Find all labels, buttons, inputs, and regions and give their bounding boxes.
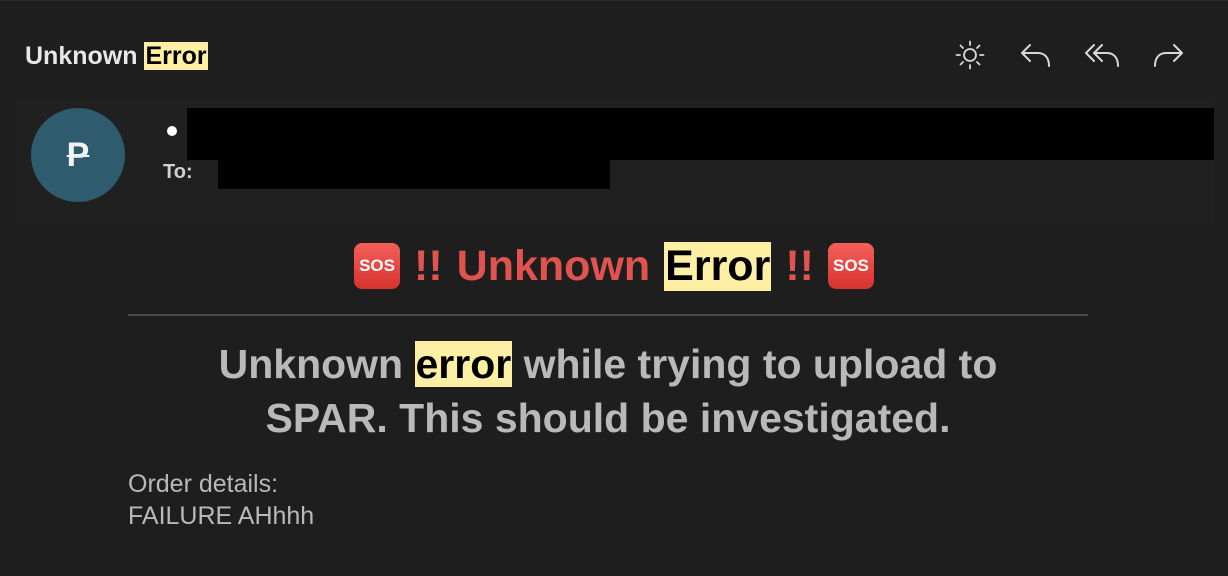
- reply-button[interactable]: [1014, 35, 1058, 75]
- sender-header: P To:: [14, 98, 1214, 226]
- order-details: Order details: FAILURE AHhhh: [128, 468, 314, 532]
- subject-text: Unknown: [25, 42, 138, 70]
- sender-redacted: [187, 108, 1214, 160]
- message-text-rest: while trying to upload to: [523, 341, 998, 387]
- heading-text: Unknown: [456, 241, 651, 290]
- recipient-redacted: [218, 156, 610, 189]
- message-text-prefix: Unknown: [218, 341, 404, 387]
- email-window: Unknown Error P To: SOS !! Unknown Error…: [0, 0, 1228, 576]
- sos-icon: SOS: [354, 243, 401, 289]
- unread-dot: [167, 126, 177, 136]
- sos-icon: SOS: [827, 243, 874, 289]
- order-details-label: Order details:: [128, 470, 279, 498]
- forward-icon: [1154, 44, 1183, 67]
- message-toolbar: [948, 35, 1190, 75]
- to-label: To:: [163, 161, 193, 183]
- alert-heading: SOS !! Unknown Error !! SOS: [0, 235, 1228, 297]
- divider: [128, 314, 1088, 316]
- avatar[interactable]: P: [31, 108, 125, 202]
- heading-bang-right: !!: [785, 241, 814, 290]
- subject-search-highlight: Error: [144, 42, 208, 70]
- heading-search-highlight: Error: [664, 241, 772, 291]
- message-search-highlight: error: [414, 341, 513, 387]
- email-subject: Unknown Error: [25, 39, 208, 73]
- message-text-line2: SPAR. This should be investigated.: [265, 395, 951, 441]
- heading-bang-left: !!: [414, 241, 443, 290]
- appearance-toggle-button[interactable]: [948, 35, 992, 75]
- reply-all-button[interactable]: [1080, 35, 1124, 75]
- order-details-value: FAILURE AHhhh: [128, 502, 315, 530]
- forward-button[interactable]: [1146, 35, 1190, 75]
- error-message: Unknown error while trying to upload to …: [128, 337, 1088, 445]
- reply-all-icon: [1085, 44, 1119, 67]
- reply-icon: [1021, 44, 1050, 67]
- sun-icon: [955, 40, 985, 70]
